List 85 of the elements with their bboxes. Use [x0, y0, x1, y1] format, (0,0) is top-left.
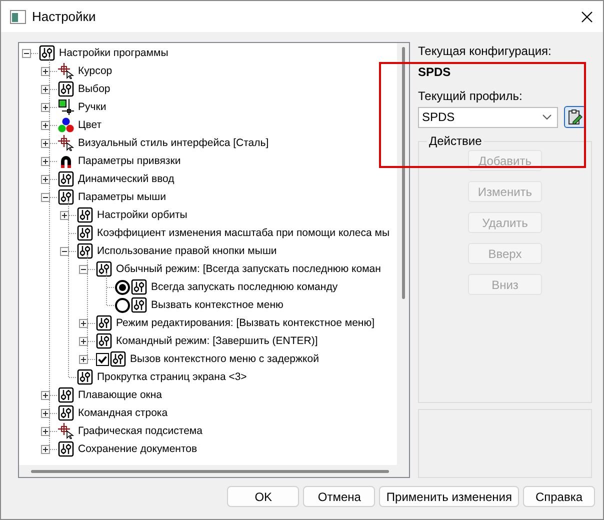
- sliders-icon: [77, 369, 93, 385]
- expand-toggle[interactable]: [41, 102, 50, 112]
- tree-item[interactable]: Плавающие окна: [78, 389, 162, 401]
- dialog-button[interactable]: Применить изменения: [379, 486, 519, 507]
- expand-toggle[interactable]: [41, 66, 50, 76]
- tree-item[interactable]: Параметры мыши: [78, 191, 166, 203]
- dialog-button[interactable]: Справка: [523, 486, 595, 507]
- collapse-toggle[interactable]: [79, 264, 88, 274]
- tree-item[interactable]: Режим редактирования: [Вызвать контекстное меню]: [116, 317, 374, 329]
- tree-item[interactable]: Цвет: [78, 119, 102, 131]
- tree-item[interactable]: Курсор: [78, 65, 112, 77]
- tree-item[interactable]: Настройки программы: [59, 47, 168, 59]
- tree-item[interactable]: Обычный режим: [Всегда запускать последнюю коман: [116, 263, 381, 275]
- expand-toggle[interactable]: [41, 444, 50, 454]
- group-title: Действие: [428, 134, 483, 148]
- sliders-icon: [96, 261, 112, 277]
- sliders-icon: [110, 351, 126, 367]
- profile-dropdown[interactable]: SPDS: [418, 106, 558, 128]
- radio-button[interactable]: [115, 280, 130, 294]
- tree-item[interactable]: Настройки орбиты: [97, 209, 188, 221]
- sliders-icon: [58, 81, 74, 97]
- tree-item[interactable]: Вызов контекстного меню с задержкой: [130, 353, 319, 365]
- tree-item[interactable]: Вызвать контекстное меню: [151, 299, 284, 311]
- sliders-icon: [131, 297, 147, 313]
- tree-item[interactable]: Графическая подсистема: [78, 425, 202, 437]
- sliders-icon: [58, 189, 74, 205]
- profile-label: Текущий профиль:: [418, 89, 524, 103]
- tree-item[interactable]: Командная строка: [78, 407, 168, 419]
- sliders-icon: [77, 243, 93, 259]
- sliders-icon: [58, 405, 74, 421]
- tree-item[interactable]: Использование правой кнопки мыши: [97, 245, 277, 257]
- tree-item[interactable]: Выбор: [78, 83, 110, 95]
- tree-item[interactable]: Сохранение документов: [78, 443, 198, 455]
- chevron-down-icon: [542, 114, 552, 120]
- sliders-icon: [58, 441, 74, 457]
- expand-toggle[interactable]: [41, 390, 50, 400]
- profile-edit-button[interactable]: [564, 106, 586, 128]
- expand-toggle[interactable]: [60, 210, 69, 220]
- tree-item[interactable]: Коэффициент изменения масштаба при помощи колеса мы: [97, 227, 390, 239]
- crosshair-cursor-icon: [58, 423, 74, 439]
- window-app-icon: [10, 10, 26, 24]
- expand-toggle[interactable]: [79, 354, 88, 364]
- tree-item[interactable]: Всегда запускать последнюю команду: [151, 281, 338, 293]
- sliders-icon: [58, 171, 74, 187]
- collapse-toggle[interactable]: [22, 48, 31, 58]
- tree-item[interactable]: Ручки: [78, 101, 106, 113]
- crosshair-cursor-icon: [58, 63, 74, 79]
- tree-item[interactable]: Параметры привязки: [78, 155, 181, 167]
- tree-item[interactable]: Визуальный стиль интерфейса [Сталь]: [78, 137, 269, 149]
- expand-toggle[interactable]: [41, 84, 50, 94]
- close-icon[interactable]: [581, 10, 593, 22]
- crosshair-cursor-icon: [58, 135, 74, 151]
- horizontal-scrollbar[interactable]: [19, 465, 409, 477]
- magnet-icon: [58, 153, 74, 169]
- collapse-toggle[interactable]: [60, 246, 69, 256]
- vertical-scrollbar[interactable]: [397, 43, 409, 465]
- sliders-icon: [96, 333, 112, 349]
- sliders-icon: [77, 207, 93, 223]
- expand-toggle[interactable]: [41, 174, 50, 184]
- color-dots-icon: [58, 117, 74, 133]
- expand-toggle[interactable]: [41, 138, 50, 148]
- grip-square-icon: [58, 99, 74, 115]
- config-label: Текущая конфигурация:: [418, 44, 552, 58]
- collapse-toggle[interactable]: [41, 192, 50, 202]
- expand-toggle[interactable]: [79, 336, 88, 346]
- tree-item[interactable]: Прокрутка страниц экрана <3>: [97, 371, 247, 383]
- tree-item[interactable]: Динамический ввод: [78, 173, 174, 185]
- dialog-button[interactable]: Отмена: [303, 486, 376, 507]
- expand-toggle[interactable]: [41, 426, 50, 436]
- expand-toggle[interactable]: [41, 156, 50, 166]
- dialog-button[interactable]: OK: [227, 486, 300, 507]
- sliders-icon: [131, 279, 147, 295]
- sliders-icon: [77, 225, 93, 241]
- expand-toggle[interactable]: [79, 318, 88, 328]
- sliders-icon: [58, 387, 74, 403]
- dropdown-value: SPDS: [422, 110, 455, 124]
- config-value: SPDS: [418, 65, 452, 79]
- window-title: Настройки: [32, 9, 96, 24]
- radio-button[interactable]: [115, 298, 130, 312]
- sliders-icon: [39, 45, 55, 61]
- expand-toggle[interactable]: [41, 120, 50, 130]
- sliders-icon: [96, 315, 112, 331]
- tree-item[interactable]: Командный режим: [Завершить (ENTER)]: [116, 335, 318, 347]
- expand-toggle[interactable]: [41, 408, 50, 418]
- checkbox[interactable]: [96, 352, 109, 366]
